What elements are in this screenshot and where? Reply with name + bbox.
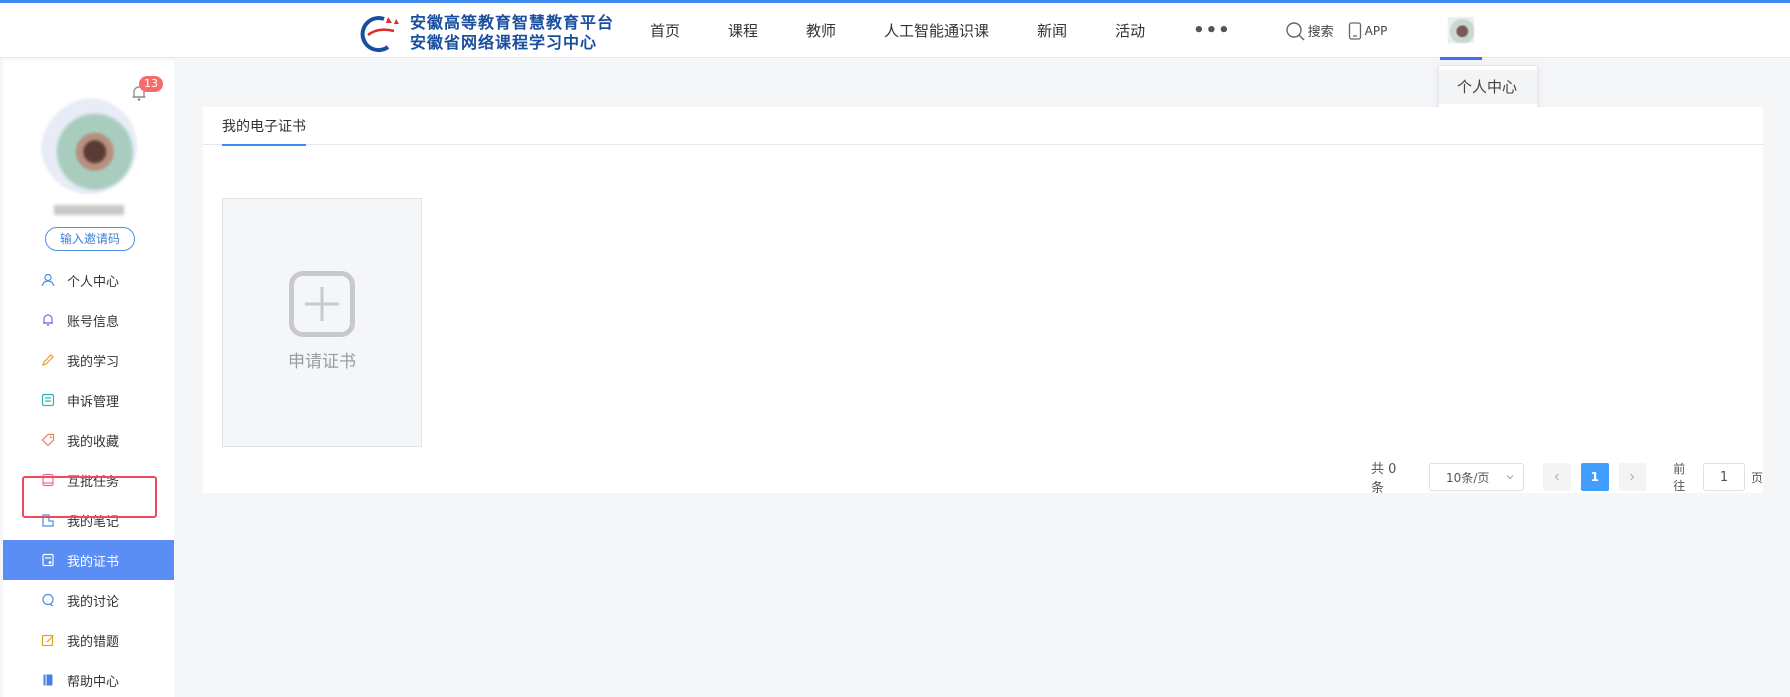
list-icon: [41, 393, 55, 407]
pencil-icon: [41, 353, 55, 367]
bell-icon: [41, 313, 55, 327]
username-blurred: [54, 205, 124, 215]
sidebar-item-label: 帮助中心: [67, 674, 120, 690]
logo-line-1: 安徽高等教育智慧教育平台: [410, 13, 615, 32]
search-icon: [1285, 21, 1305, 40]
chevron-right-icon: [1630, 473, 1635, 481]
sidebar-item-label: 我的学习: [67, 354, 120, 370]
app-label: APP: [1364, 23, 1388, 38]
sidebar-item-label: 我的错题: [67, 634, 120, 650]
sidebar-item-peer-review[interactable]: 互批任务: [3, 460, 174, 500]
avatar-active-underline: [1440, 57, 1482, 60]
dropdown-personal-center[interactable]: 个人中心: [1439, 70, 1537, 104]
site-logo[interactable]: 安徽高等教育智慧教育平台 安徽省网络课程学习中心: [358, 13, 614, 53]
sidebar-item-label: 我的笔记: [67, 514, 120, 530]
logo-line-2: 安徽省网络课程学习中心: [410, 33, 598, 52]
chevron-left-icon: [1554, 473, 1559, 481]
search-button[interactable]: 搜索: [1285, 21, 1334, 41]
apply-certificate-card[interactable]: 申请证书: [222, 198, 422, 447]
nav-ai-course[interactable]: 人工智能通识课: [884, 20, 989, 41]
avatar: [1448, 17, 1474, 43]
nav-home[interactable]: 首页: [650, 20, 680, 41]
sidebar-item-my-study[interactable]: 我的学习: [3, 340, 174, 380]
invite-code-button[interactable]: 输入邀请码: [45, 227, 135, 251]
logo-text: 安徽高等教育智慧教育平台 安徽省网络课程学习中心: [410, 13, 614, 53]
sidebar-item-certificates[interactable]: 我的证书: [3, 540, 174, 580]
app-download-button[interactable]: APP: [1348, 21, 1388, 40]
notification-badge: 13: [139, 76, 163, 92]
sidebar-item-help[interactable]: 帮助中心: [3, 660, 174, 697]
sidebar-item-label: 账号信息: [67, 314, 120, 330]
main-nav: 首页 课程 教师 人工智能通识课 新闻 活动 ••• 搜索 APP: [650, 3, 1387, 58]
phone-icon: [1348, 21, 1361, 40]
apply-certificate-label: 申请证书: [288, 352, 356, 372]
goto-page-input[interactable]: [1702, 463, 1745, 491]
page-number-current[interactable]: 1: [1580, 463, 1609, 491]
certificate-panel: 我的电子证书 申请证书 共 0 条 10条/页 1 前往 页: [203, 107, 1763, 496]
page-unit-label: 页: [1750, 470, 1763, 485]
note-icon: [41, 513, 55, 527]
certificate-icon: [41, 553, 55, 567]
chat-icon: [41, 593, 55, 607]
logo-mark-icon: [358, 13, 404, 53]
sidebar-item-account-info[interactable]: 账号信息: [3, 300, 174, 340]
pagination: 共 0 条 10条/页 1 前往 页: [1371, 462, 1763, 496]
next-page-button[interactable]: [1618, 463, 1647, 491]
sidebar-item-appeals[interactable]: 申诉管理: [3, 380, 174, 420]
goto-label: 前往: [1673, 462, 1686, 493]
page-size-value: 10条/页: [1446, 470, 1490, 485]
header-avatar[interactable]: [1440, 17, 1482, 60]
help-book-icon: [41, 673, 55, 687]
user-icon: [41, 273, 55, 287]
book-icon: [41, 473, 55, 487]
nav-activities[interactable]: 活动: [1115, 20, 1145, 41]
edit-icon: [41, 633, 55, 647]
sidebar-item-notes[interactable]: 我的笔记: [3, 500, 174, 540]
sidebar-menu: 个人中心 账号信息 我的学习 申诉管理 我的收藏 互批任务 我的笔记 我的证书: [3, 260, 174, 697]
sidebar: 13 输入邀请码 个人中心 账号信息 我的学习 申诉管理 我的收藏 互批任务 我…: [3, 60, 174, 697]
chevron-down-icon: [1506, 475, 1514, 480]
tab-my-e-certificates[interactable]: 我的电子证书: [222, 116, 306, 146]
sidebar-item-favorites[interactable]: 我的收藏: [3, 420, 174, 460]
sidebar-item-label: 我的证书: [67, 554, 120, 570]
page-size-select[interactable]: 10条/页: [1429, 463, 1525, 491]
nav-teachers[interactable]: 教师: [806, 20, 836, 41]
sidebar-item-label: 我的讨论: [67, 594, 120, 610]
sidebar-item-label: 个人中心: [67, 274, 120, 290]
sidebar-item-wrong-questions[interactable]: 我的错题: [3, 620, 174, 660]
sidebar-item-label: 我的收藏: [67, 434, 120, 450]
nav-more-icon[interactable]: •••: [1193, 20, 1231, 41]
sidebar-item-label: 互批任务: [67, 474, 120, 490]
nav-news[interactable]: 新闻: [1037, 20, 1067, 41]
tag-icon: [41, 433, 55, 447]
sidebar-item-discussions[interactable]: 我的讨论: [3, 580, 174, 620]
nav-courses[interactable]: 课程: [728, 20, 758, 41]
tab-bar: 我的电子证书: [203, 107, 1763, 146]
prev-page-button[interactable]: [1543, 463, 1571, 491]
top-header: 安徽高等教育智慧教育平台 安徽省网络课程学习中心 首页 课程 教师 人工智能通识…: [0, 3, 1790, 60]
sidebar-item-personal-center[interactable]: 个人中心: [3, 260, 174, 300]
total-count: 共 0 条: [1371, 462, 1397, 496]
plus-icon: [289, 271, 355, 337]
search-label: 搜索: [1307, 25, 1334, 40]
sidebar-item-label: 申诉管理: [67, 394, 120, 410]
profile-avatar[interactable]: [41, 98, 137, 194]
